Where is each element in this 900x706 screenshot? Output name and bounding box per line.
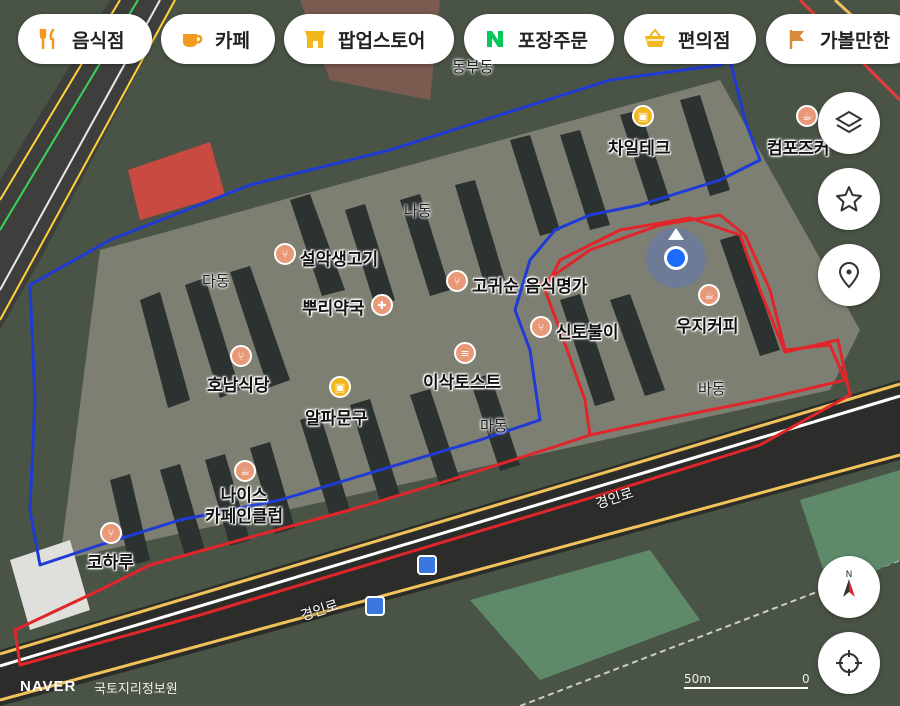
cafe-pin-icon[interactable]: ☕ (234, 460, 256, 482)
naver-n-icon (482, 26, 508, 52)
place-label[interactable]: 고귀순 음식명가 (472, 272, 587, 297)
heading-arrow-icon (668, 228, 684, 240)
map-source-label: 국토지리정보원 (94, 682, 178, 697)
satellite-map[interactable] (0, 0, 900, 706)
flag-icon (784, 26, 810, 52)
category-chip-label: 포장주문 (518, 29, 588, 52)
category-chip-cafe[interactable]: 카페 (161, 14, 275, 64)
dong-label: 바동 (698, 380, 726, 398)
layers-button[interactable] (818, 92, 880, 154)
naver-logo: NAVER (20, 678, 77, 695)
coffee-cup-icon (179, 26, 205, 52)
place-label[interactable]: 알파문구 (305, 404, 368, 429)
current-location-dot (664, 246, 688, 270)
stationery-pin-icon[interactable]: ▣ (329, 376, 351, 398)
bus-stop-icon[interactable] (417, 555, 437, 575)
dong-label: 나동 (404, 202, 432, 220)
star-icon (836, 186, 862, 212)
pharmacy-pin-icon[interactable]: ✚ (371, 294, 393, 316)
category-chip-popup-store[interactable]: 팝업스토어 (284, 14, 454, 64)
category-chip-label: 팝업스토어 (338, 29, 426, 52)
restaurant-pin-icon[interactable]: ⑂ (100, 522, 122, 544)
place-label[interactable]: 뿌리약국 (302, 294, 365, 319)
fast-food-pin-icon[interactable]: ≡ (454, 342, 476, 364)
cafe-pin-icon[interactable]: ☕ (698, 284, 720, 306)
scale-label: 50m (684, 672, 711, 686)
dong-label: 동부동 (452, 58, 494, 76)
category-chip-label: 음식점 (72, 29, 125, 52)
place-label[interactable]: 설악생고기 (300, 245, 378, 270)
basket-icon (642, 26, 668, 52)
current-location-button[interactable] (818, 632, 880, 694)
scale-zero-label: 0 (802, 672, 810, 686)
layers-icon (835, 110, 863, 134)
place-label[interactable]: 나이스 카페인클럽 (205, 486, 283, 528)
place-label[interactable]: 신토불이 (556, 318, 619, 343)
category-chip-convenience-store[interactable]: 편의점 (624, 14, 756, 64)
restaurant-pin-icon[interactable]: ⑂ (446, 270, 468, 292)
category-chip-label: 가볼만한 (820, 29, 890, 52)
category-chip-restaurant[interactable]: 음식점 (18, 14, 152, 64)
place-label[interactable]: 호남식당 (207, 371, 270, 396)
convenience-store-pin-icon[interactable]: ▣ (632, 105, 654, 127)
favorites-button[interactable] (818, 168, 880, 230)
store-icon (302, 26, 328, 52)
bus-stop-icon[interactable] (365, 596, 385, 616)
svg-text:N: N (846, 570, 853, 580)
location-pin-icon (838, 262, 860, 289)
dong-label: 마동 (480, 417, 508, 435)
cafe-pin-icon[interactable]: ☕ (796, 105, 818, 127)
place-label[interactable]: 이삭토스트 (423, 368, 501, 393)
category-chip-label: 카페 (215, 29, 250, 52)
restaurant-pin-icon[interactable]: ⑂ (530, 316, 552, 338)
category-chip-label: 편의점 (678, 29, 731, 52)
restaurant-pin-icon[interactable]: ⑂ (230, 345, 252, 367)
compass-button[interactable]: N (818, 556, 880, 618)
place-pin-button[interactable] (818, 244, 880, 306)
dong-label: 다동 (202, 272, 230, 290)
place-label[interactable]: 우지커피 (676, 312, 739, 337)
place-label[interactable]: 코하루 (87, 548, 134, 573)
compass-icon: N (843, 570, 855, 597)
category-chip-attractions[interactable]: 가볼만한 (766, 14, 900, 64)
place-label[interactable]: 차일테크 (608, 134, 671, 159)
restaurant-pin-icon[interactable]: ⑂ (274, 243, 296, 265)
current-location-icon (836, 650, 862, 676)
fork-knife-icon (36, 26, 62, 52)
place-label[interactable]: 컴포즈커 (767, 134, 830, 159)
